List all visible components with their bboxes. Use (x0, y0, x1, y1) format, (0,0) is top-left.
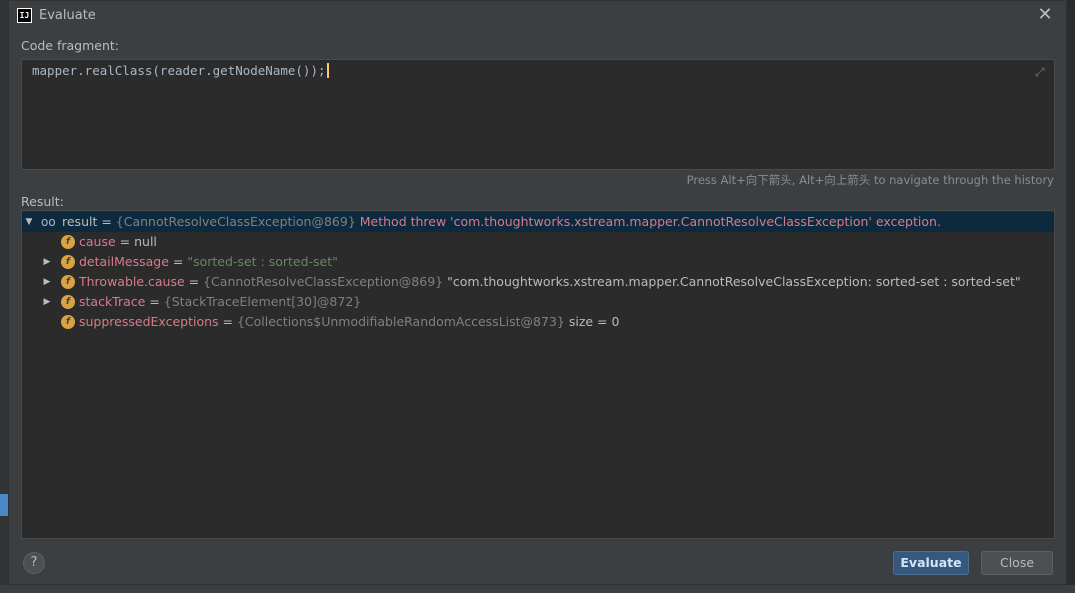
text-caret (326, 63, 329, 78)
watch-glasses-icon: oo (41, 215, 56, 229)
code-fragment-text[interactable]: mapper.realClass(reader.getNodeName()); (32, 63, 329, 78)
tree-row-cause[interactable]: f cause = null (22, 232, 1054, 252)
ide-background-tab (0, 494, 8, 516)
field-icon: f (61, 295, 75, 309)
field-icon: f (61, 275, 75, 289)
title-bar[interactable]: IJ Evaluate ✕ (9, 1, 1066, 31)
field-value: {Collections$UnmodifiableRandomAccessLis… (236, 314, 565, 329)
result-name: result (62, 214, 98, 229)
field-icon: f (61, 235, 75, 249)
tree-row-result[interactable]: ▼ oo result = {CannotResolveClassExcepti… (22, 212, 1054, 232)
field-name: stackTrace (79, 294, 146, 309)
expand-arrow-icon[interactable]: ▶ (42, 292, 52, 312)
field-name: suppressedExceptions (79, 314, 219, 329)
field-name: cause (79, 234, 116, 249)
ide-background-right (1067, 0, 1075, 593)
evaluate-button[interactable]: Evaluate (893, 551, 969, 575)
result-value: {CannotResolveClassException@869} (115, 214, 356, 229)
field-value: null (134, 234, 157, 249)
evaluate-dialog: IJ Evaluate ✕ Code fragment: mapper.real… (8, 0, 1067, 585)
field-value: {CannotResolveClassException@869} (203, 274, 444, 289)
tree-row-stacktrace[interactable]: ▶ f stackTrace = {StackTraceElement[30]@87… (22, 292, 1054, 312)
code-fragment-editor[interactable]: mapper.realClass(reader.getNodeName()); … (21, 59, 1055, 170)
ide-background-bottom (0, 585, 1075, 593)
tree-row-detailmessage[interactable]: ▶ f detailMessage = "sorted-set : sorted-s… (22, 252, 1054, 272)
field-name: detailMessage (79, 254, 169, 269)
close-button[interactable]: Close (981, 551, 1053, 575)
field-icon: f (61, 255, 75, 269)
expand-arrow-icon[interactable]: ▶ (42, 272, 52, 292)
field-icon: f (61, 315, 75, 329)
field-value-detail: "com.thoughtworks.xstream.mapper.CannotR… (443, 274, 1021, 289)
result-tree[interactable]: ▼ oo result = {CannotResolveClassExcepti… (21, 210, 1055, 539)
tree-row-throwable-cause[interactable]: ▶ f Throwable.cause = {CannotResolveClassE… (22, 272, 1054, 292)
help-button[interactable]: ? (23, 552, 45, 574)
expand-arrow-icon[interactable]: ▶ (42, 252, 52, 272)
field-value: "sorted-set : sorted-set" (187, 254, 338, 269)
field-name: Throwable.cause (79, 274, 185, 289)
expand-editor-icon[interactable]: ⤢ (1035, 65, 1045, 80)
code-fragment-label: Code fragment: (21, 38, 120, 53)
result-exception-message: Method threw 'com.thoughtworks.xstream.m… (355, 214, 941, 229)
field-value: {StackTraceElement[30]@872} (163, 294, 362, 309)
collapse-arrow-icon[interactable]: ▼ (24, 212, 34, 232)
tree-row-suppressedexceptions[interactable]: f suppressedExceptions = {Collections$Unm… (22, 312, 1054, 332)
intellij-app-icon: IJ (17, 8, 32, 23)
result-label: Result: (21, 194, 64, 209)
field-value-detail: size = 0 (564, 314, 620, 329)
history-hint: Press Alt+向下箭头, Alt+向上箭头 to navigate thr… (686, 173, 1054, 187)
close-icon[interactable]: ✕ (1035, 5, 1055, 25)
window-title: Evaluate (39, 8, 96, 23)
